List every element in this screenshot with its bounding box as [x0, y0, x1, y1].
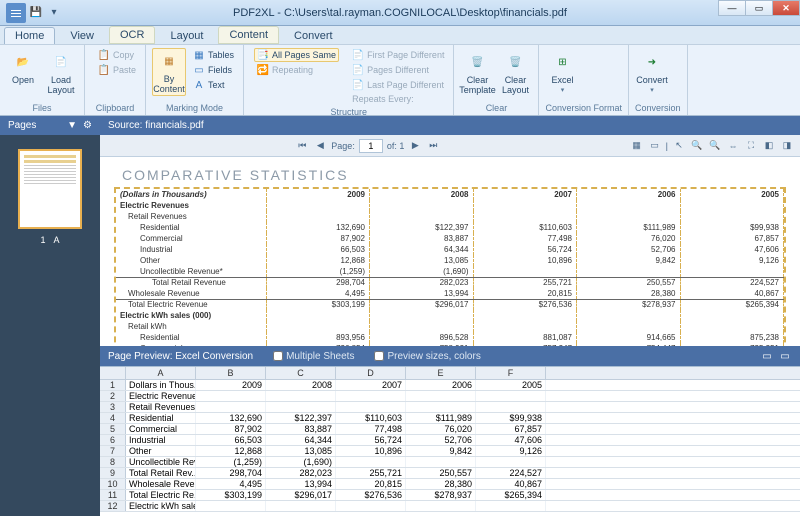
tool-icon[interactable]: ◧ — [762, 139, 776, 153]
table-row[interactable]: 5Commercial87,90283,88777,49876,02067,85… — [100, 424, 800, 435]
preview-sizes-check[interactable]: Preview sizes, colors — [374, 351, 480, 362]
fit-width-icon[interactable]: ⇔ — [726, 139, 740, 153]
all-pages-same-button[interactable]: 📑All Pages Same — [254, 48, 339, 62]
table-row[interactable]: 2Electric Revenues — [100, 391, 800, 402]
minimize-button[interactable]: — — [718, 0, 746, 16]
tab-convert[interactable]: Convert — [283, 27, 344, 44]
table-row[interactable]: 4Residential132,690$122,397$110,603$111,… — [100, 413, 800, 424]
thumb-label: 1A — [40, 235, 59, 245]
by-content-button[interactable]: ▦By Content — [152, 48, 186, 96]
last-page-diff-button[interactable]: 📄Last Page Different — [349, 78, 447, 92]
table-row[interactable]: 7Other12,86813,08510,8969,8429,126 — [100, 446, 800, 457]
table-row[interactable]: 6Industrial66,50364,34456,72452,70647,60… — [100, 435, 800, 446]
page-input[interactable] — [359, 139, 383, 153]
excel-format-button[interactable]: ⊞Excel▾ — [545, 48, 579, 94]
page-thumbnail[interactable] — [18, 149, 82, 229]
tab-layout[interactable]: Layout — [159, 27, 214, 44]
doc-toolbar: ⏮ ◀ Page: of: 1 ▶ ⏭ ▦ ▭ | ↖ 🔍 🔍 ⇔ ⛶ ◧ ◨ — [100, 135, 800, 157]
first-page-icon[interactable]: ⏮ — [295, 139, 309, 153]
source-header: Source: financials.pdf — [100, 116, 800, 135]
tool-generic-icon[interactable]: ▭ — [648, 139, 662, 153]
group-clipboard: 📋Copy 📋Paste Clipboard — [85, 45, 146, 115]
settings-icon[interactable]: ⚙ — [83, 120, 92, 131]
table-row[interactable]: 10Wholesale Reve...4,49513,99420,81528,3… — [100, 479, 800, 490]
open-button[interactable]: 📂Open — [6, 48, 40, 96]
load-layout-button[interactable]: 📄Load Layout — [44, 48, 78, 96]
prev-page-icon[interactable]: ◀ — [313, 139, 327, 153]
pages-diff-button[interactable]: 📄Pages Different — [349, 63, 447, 77]
pointer-icon[interactable]: ↖ — [672, 139, 686, 153]
last-page-icon[interactable]: ⏭ — [426, 139, 440, 153]
quick-dropdown-icon[interactable]: ▾ — [46, 5, 62, 21]
group-structure: 📑All Pages Same 🔁Repeating 📄First Page D… — [244, 45, 454, 115]
ribbon-tab-strip: Home View OCR Layout Content Convert — [0, 26, 800, 44]
table-row[interactable]: 12Electric kWh sale... — [100, 501, 800, 512]
app-menu-button[interactable] — [6, 3, 26, 23]
zoom-in-icon[interactable]: 🔍 — [708, 139, 722, 153]
table-row[interactable]: 3Retail Revenues — [100, 402, 800, 413]
preview-tool-icon[interactable]: ▭ — [778, 349, 792, 363]
fit-page-icon[interactable]: ⛶ — [744, 139, 758, 153]
copy-button[interactable]: 📋Copy — [95, 48, 139, 62]
group-conversion: ➜Convert▾ Conversion — [629, 45, 688, 115]
pages-header: Pages ▼⚙ — [0, 116, 100, 135]
multiple-sheets-check[interactable]: Multiple Sheets — [273, 351, 354, 362]
filter-icon[interactable]: ▼ — [67, 120, 77, 131]
repeats-every-label: Repeats Every: — [349, 93, 447, 105]
col-header[interactable]: B — [196, 367, 266, 379]
preview-header: Page Preview: Excel Conversion Multiple … — [100, 346, 800, 366]
tool-generic-icon[interactable]: ▦ — [630, 139, 644, 153]
col-header[interactable]: A — [126, 367, 196, 379]
tab-home[interactable]: Home — [4, 27, 55, 44]
text-button[interactable]: AText — [190, 78, 237, 92]
pages-panel: Pages ▼⚙ 1A — [0, 116, 100, 516]
preview-tool-icon[interactable]: ▭ — [760, 349, 774, 363]
group-marking-mode: ▦By Content ▦Tables ▭Fields AText Markin… — [146, 45, 244, 115]
tab-ocr[interactable]: OCR — [109, 26, 155, 44]
convert-button[interactable]: ➜Convert▾ — [635, 48, 669, 94]
group-files: 📂Open 📄Load Layout Files — [0, 45, 85, 115]
group-clear: 🗑️Clear Template 🗑️Clear Layout Clear — [454, 45, 539, 115]
repeating-button[interactable]: 🔁Repeating — [254, 63, 339, 77]
group-conversion-format: ⊞Excel▾ Conversion Format — [539, 45, 629, 115]
first-page-diff-button[interactable]: 📄First Page Different — [349, 48, 447, 62]
excel-preview[interactable]: ABCDEF 1Dollars in Thous...2009200820072… — [100, 366, 800, 516]
table-row[interactable]: 9Total Retail Rev...298,704282,023255,72… — [100, 468, 800, 479]
table-row[interactable]: 8Uncollectible Rev...(1,259)(1,690) — [100, 457, 800, 468]
document-view[interactable]: COMPARATIVE STATISTICS (Dollars in Thous… — [100, 157, 800, 346]
next-page-icon[interactable]: ▶ — [408, 139, 422, 153]
zoom-out-icon[interactable]: 🔍 — [690, 139, 704, 153]
tables-button[interactable]: ▦Tables — [190, 48, 237, 62]
title-bar: 💾 ▾ PDF2XL - C:\Users\tal.rayman.COGNILO… — [0, 0, 800, 26]
col-header[interactable]: F — [476, 367, 546, 379]
col-header[interactable]: D — [336, 367, 406, 379]
ribbon: 📂Open 📄Load Layout Files 📋Copy 📋Paste Cl… — [0, 44, 800, 116]
tab-content[interactable]: Content — [218, 26, 279, 44]
table-row[interactable]: 11Total Electric Re...$303,199$296,017$2… — [100, 490, 800, 501]
close-button[interactable]: ✕ — [772, 0, 800, 16]
doc-table: (Dollars in Thousands)200920082007200620… — [114, 187, 786, 346]
window-title: PDF2XL - C:\Users\tal.rayman.COGNILOCAL\… — [233, 7, 567, 19]
clear-layout-button[interactable]: 🗑️Clear Layout — [498, 48, 532, 96]
table-row[interactable]: 1Dollars in Thous...20092008200720062005 — [100, 380, 800, 391]
quick-save-icon[interactable]: 💾 — [28, 5, 44, 21]
paste-button[interactable]: 📋Paste — [95, 63, 139, 77]
tab-view[interactable]: View — [59, 27, 105, 44]
tool-icon[interactable]: ◨ — [780, 139, 794, 153]
clear-template-button[interactable]: 🗑️Clear Template — [460, 48, 494, 96]
maximize-button[interactable]: ▭ — [745, 0, 773, 16]
col-header[interactable]: C — [266, 367, 336, 379]
fields-button[interactable]: ▭Fields — [190, 63, 237, 77]
col-header[interactable]: E — [406, 367, 476, 379]
doc-title: COMPARATIVE STATISTICS — [122, 167, 786, 183]
